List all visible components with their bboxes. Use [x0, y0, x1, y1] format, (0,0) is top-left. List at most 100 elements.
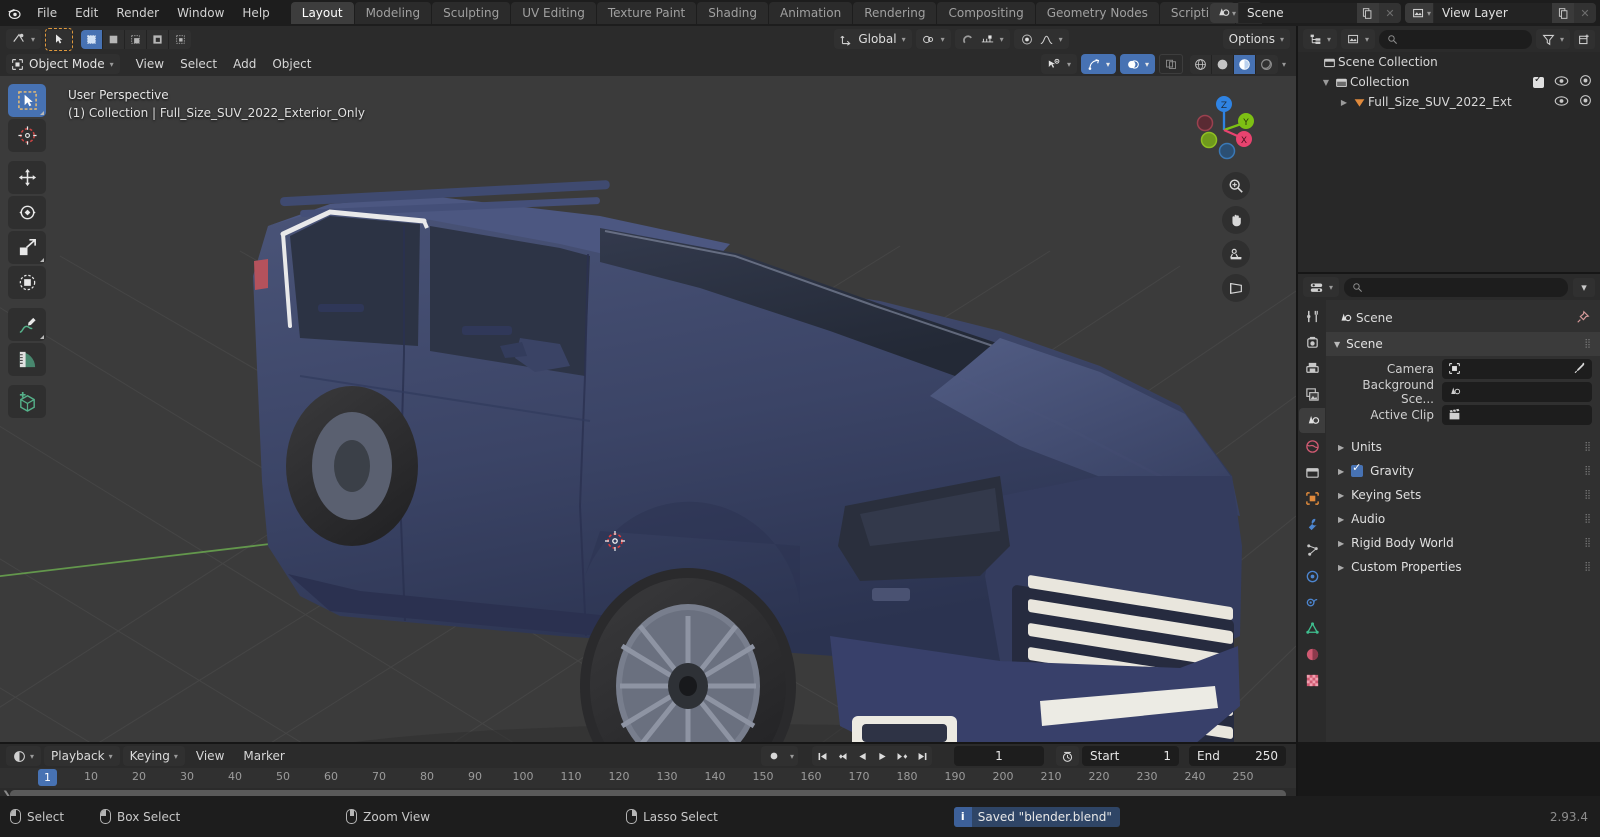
menu-window[interactable]: Window: [168, 3, 233, 23]
start-frame-field[interactable]: Start 1: [1082, 746, 1179, 766]
shading-options-chevron-down-icon[interactable]: ▾: [1282, 60, 1286, 69]
end-frame-field[interactable]: End 250: [1189, 746, 1286, 766]
xray-toggle[interactable]: [1158, 54, 1183, 74]
properties-search-input[interactable]: [1344, 277, 1568, 297]
timeline-menu-view[interactable]: View: [188, 746, 232, 766]
pan-hand-icon[interactable]: [1222, 206, 1250, 234]
timeline-editor-icon[interactable]: ▾: [6, 746, 42, 766]
jump-to-start-icon[interactable]: [812, 746, 832, 766]
properties-tab-constraints[interactable]: [1299, 590, 1325, 615]
play-icon[interactable]: [872, 746, 892, 766]
outliner-search-input[interactable]: [1379, 29, 1532, 49]
navigation-gizmo[interactable]: Z Y X: [1182, 88, 1260, 166]
tab-modeling[interactable]: Modeling: [354, 2, 432, 24]
new-view-layer-button[interactable]: [1552, 3, 1574, 23]
tool-transform[interactable]: [8, 266, 46, 299]
select-mode-extend[interactable]: [103, 29, 126, 49]
shading-solid[interactable]: [1211, 54, 1234, 74]
auto-keying-toggle[interactable]: ▾: [760, 746, 798, 766]
pin-icon[interactable]: [1576, 310, 1590, 327]
tool-cursor[interactable]: [8, 119, 46, 152]
menu-file[interactable]: File: [28, 3, 66, 23]
camera-input[interactable]: [1442, 358, 1592, 379]
panel-units[interactable]: ▶ Units ⣿: [1326, 435, 1600, 459]
outliner-row-object[interactable]: ▶ Full_Size_SUV_2022_Ext: [1298, 92, 1600, 112]
zoom-icon[interactable]: [1222, 172, 1250, 200]
tool-measure[interactable]: [8, 343, 46, 376]
tab-texture-paint[interactable]: Texture Paint: [596, 2, 697, 24]
filter-funnel-icon[interactable]: ▾: [1535, 29, 1570, 49]
jump-to-end-icon[interactable]: [912, 746, 932, 766]
menu-edit[interactable]: Edit: [66, 3, 107, 23]
select-mode-subtract[interactable]: [125, 29, 148, 49]
tool-select-box[interactable]: [8, 84, 46, 117]
pivot-point-dropdown[interactable]: ▾: [915, 29, 951, 49]
viewport-menu-add[interactable]: Add: [225, 54, 264, 74]
tab-rendering[interactable]: Rendering: [853, 2, 937, 24]
panel-drag-dots[interactable]: ⣿: [1584, 538, 1592, 548]
panel-drag-dots[interactable]: ⣿: [1584, 442, 1592, 452]
eye-visibility-icon[interactable]: [1554, 75, 1569, 90]
properties-tab-output[interactable]: [1299, 356, 1325, 381]
blender-logo-icon[interactable]: [0, 0, 28, 26]
select-mode-invert[interactable]: [147, 29, 170, 49]
viewport-menu-view[interactable]: View: [128, 54, 172, 74]
outliner-display-mode-icon[interactable]: ▾: [1303, 29, 1338, 49]
panel-drag-dots[interactable]: ⣿: [1584, 466, 1592, 476]
jump-prev-keyframe-icon[interactable]: [832, 746, 852, 766]
camera-render-visibility-icon[interactable]: [1579, 94, 1592, 110]
tool-scale[interactable]: [8, 231, 46, 264]
properties-tab-collection[interactable]: [1299, 460, 1325, 485]
select-mode-set[interactable]: [81, 29, 104, 49]
properties-tab-scene[interactable]: [1299, 408, 1325, 433]
properties-tab-object-data[interactable]: [1299, 616, 1325, 641]
tab-sculpting[interactable]: Sculpting: [432, 2, 511, 24]
options-dropdown[interactable]: Options ▾: [1222, 29, 1290, 49]
menu-render[interactable]: Render: [107, 3, 168, 23]
properties-tab-view-layer[interactable]: [1299, 382, 1325, 407]
view-layer-selector[interactable]: ▾ View Layer ✕: [1404, 3, 1596, 23]
active-tool-indicator[interactable]: [45, 27, 74, 51]
select-mode-intersect[interactable]: [169, 29, 192, 49]
tab-geometry-nodes[interactable]: Geometry Nodes: [1035, 2, 1159, 24]
shading-wireframe[interactable]: [1189, 54, 1212, 74]
properties-tab-material[interactable]: [1299, 642, 1325, 667]
timeline-menu-marker[interactable]: Marker: [235, 746, 292, 766]
object-mode-dropdown[interactable]: Object Mode ▾: [6, 54, 120, 74]
panel-custom-properties[interactable]: ▶ Custom Properties ⣿: [1326, 555, 1600, 579]
outliner-id-type-icon[interactable]: ▾: [1341, 29, 1376, 49]
shading-material-preview[interactable]: [1233, 54, 1256, 74]
tab-layout[interactable]: Layout: [290, 2, 354, 24]
viewport-menu-select[interactable]: Select: [172, 54, 225, 74]
expand-triangle-icon[interactable]: ▶: [1338, 98, 1350, 107]
timeline-ruler[interactable]: 1 10 20 30 40 50 60 70 80 90 100 110 120…: [0, 768, 1296, 788]
properties-editor-icon[interactable]: ▾: [1303, 277, 1340, 297]
menu-help[interactable]: Help: [233, 3, 278, 23]
properties-tab-object[interactable]: [1299, 486, 1325, 511]
tab-compositing[interactable]: Compositing: [937, 2, 1035, 24]
frame-clock-icon[interactable]: [1056, 746, 1079, 766]
tab-animation[interactable]: Animation: [769, 2, 853, 24]
expand-triangle-icon[interactable]: ▼: [1320, 78, 1332, 87]
properties-tab-world[interactable]: [1299, 434, 1325, 459]
tool-add-cube[interactable]: [8, 385, 46, 418]
shading-rendered[interactable]: [1255, 54, 1278, 74]
camera-render-visibility-icon[interactable]: [1579, 74, 1592, 90]
properties-tab-render[interactable]: [1299, 330, 1325, 355]
jump-next-keyframe-icon[interactable]: [892, 746, 912, 766]
panel-rigid-body-world[interactable]: ▶ Rigid Body World ⣿: [1326, 531, 1600, 555]
panel-gravity[interactable]: ▶ Gravity ⣿: [1326, 459, 1600, 483]
snap-controls[interactable]: ▾: [954, 29, 1010, 49]
tab-shading[interactable]: Shading: [697, 2, 768, 24]
overlays-toggle[interactable]: ▾: [1119, 54, 1155, 74]
collection-enable-checkbox[interactable]: [1533, 74, 1544, 88]
delete-scene-button[interactable]: ✕: [1378, 3, 1401, 23]
tool-rotate[interactable]: [8, 196, 46, 229]
select-cursor-icon[interactable]: [47, 29, 72, 49]
scene-name-field[interactable]: Scene: [1238, 3, 1357, 23]
eye-visibility-icon[interactable]: [1554, 95, 1569, 110]
panel-keying-sets[interactable]: ▶ Keying Sets ⣿: [1326, 483, 1600, 507]
camera-view-icon[interactable]: [1222, 240, 1250, 268]
properties-tab-texture[interactable]: [1299, 668, 1325, 693]
tool-move[interactable]: [8, 161, 46, 194]
